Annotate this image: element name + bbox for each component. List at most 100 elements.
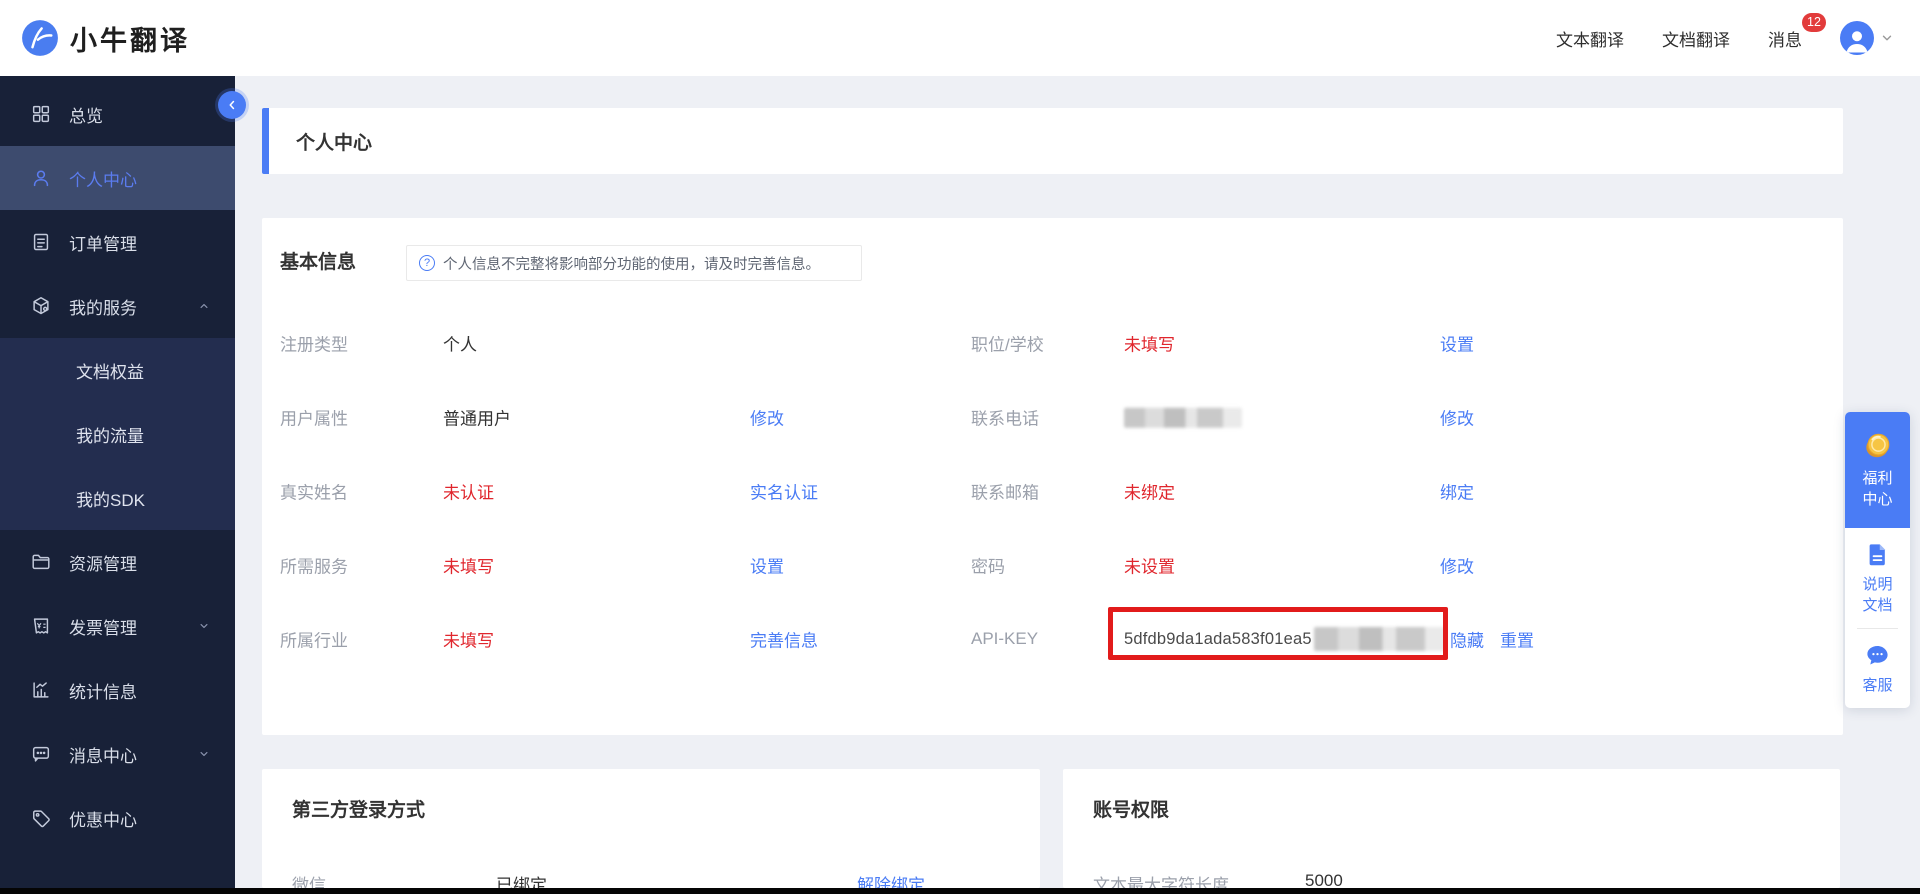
sidebar-item-my-services[interactable]: 我的服务 [0, 274, 235, 338]
modify-user-type-link[interactable]: 修改 [750, 405, 784, 430]
my-services-submenu: 文档权益 我的流量 我的SDK [0, 338, 235, 530]
field-label: 注册类型 [280, 335, 348, 355]
nav-text-translate[interactable]: 文本翻译 [1556, 26, 1624, 51]
sidebar-subitem-doc-rights[interactable]: 文档权益 [0, 338, 235, 402]
sidebar-item-label: 个人中心 [69, 170, 137, 190]
modify-password-link[interactable]: 修改 [1440, 553, 1474, 578]
page-title: 个人中心 [296, 132, 373, 154]
field-value: 未认证 [443, 483, 494, 503]
sidebar-item-statistics[interactable]: 统计信息 [0, 658, 235, 722]
third-party-login-card: 第三方登录方式 微信 已绑定 解除绑定 [262, 769, 1040, 888]
api-key-value: 5dfdb9da1ada583f01ea5 [1124, 627, 1446, 651]
document-icon [1869, 544, 1886, 566]
topbar: 小牛翻译 文本翻译 文档翻译 消息 12 [0, 0, 1920, 76]
phone-value-redacted [1124, 407, 1242, 428]
field-label: 用户属性 [280, 409, 348, 429]
sidebar-item-message-center[interactable]: 消息中心 [0, 722, 235, 786]
sidebar-item-label: 消息中心 [69, 746, 137, 766]
sidebar-subitem-my-traffic[interactable]: 我的流量 [0, 402, 235, 466]
field-label: 密码 [971, 557, 1005, 577]
api-key-reset-link[interactable]: 重置 [1500, 627, 1534, 652]
top-nav: 文本翻译 文档翻译 消息 12 [1556, 12, 1894, 55]
unbind-wechat-link[interactable]: 解除绑定 [857, 871, 925, 888]
field-row: 用户属性 普通用户 修改 联系电话 修改 [262, 380, 1843, 454]
help-icon: ? [419, 255, 435, 271]
sidebar-subitem-my-sdk[interactable]: 我的SDK [0, 466, 235, 530]
real-name-verify-link[interactable]: 实名认证 [750, 479, 818, 504]
sidebar-item-personal-center[interactable]: 个人中心 [0, 146, 235, 210]
account-permissions-card: 账号权限 文本最大字符长度 5000 [1063, 769, 1840, 888]
complete-info-link[interactable]: 完善信息 [750, 627, 818, 652]
services-icon [30, 295, 52, 317]
field-value: 普通用户 [443, 409, 511, 429]
page-header-card: 个人中心 [262, 108, 1843, 174]
third-party-title: 第三方登录方式 [292, 800, 426, 821]
chat-bubble-icon [1867, 645, 1888, 665]
sidebar-item-invoices[interactable]: 发票管理 [0, 594, 235, 658]
folder-icon [30, 551, 52, 573]
brand-logo[interactable]: 小牛翻译 [20, 18, 190, 58]
field-label: 联系邮箱 [971, 483, 1039, 503]
stats-icon [30, 679, 52, 701]
account-menu[interactable] [1840, 21, 1894, 55]
chevron-up-icon [197, 299, 211, 313]
notice-text: 个人信息不完整将影响部分功能的使用，请及时完善信息。 [443, 256, 820, 273]
chevron-left-icon [229, 100, 235, 110]
customer-service-label: 客服 [1862, 677, 1893, 694]
field-row: 注册类型 个人 职位/学校 未填写 设置 [262, 306, 1843, 380]
field-label: 所属行业 [280, 631, 348, 651]
modify-phone-link[interactable]: 修改 [1440, 405, 1474, 430]
nav-doc-translate[interactable]: 文档翻译 [1662, 26, 1730, 51]
sidebar-item-overview[interactable]: 总览 [0, 82, 235, 146]
benefit-center-label: 福利中心 [1862, 469, 1893, 508]
sidebar-item-label: 订单管理 [69, 234, 137, 254]
niutrans-logo-icon [22, 20, 58, 56]
sidebar-item-orders[interactable]: 订单管理 [0, 210, 235, 274]
sidebar-item-coupon-center[interactable]: 优惠中心 [0, 786, 235, 850]
redaction-blur [1313, 627, 1446, 651]
benefit-center-button[interactable]: 福利中心 [1845, 412, 1910, 528]
api-key-hide-link[interactable]: 隐藏 [1450, 627, 1484, 652]
brand-name: 小牛翻译 [70, 25, 190, 56]
field-row: 所属行业 未填写 完善信息 API-KEY 5dfdb9da1ada583f01… [262, 602, 1843, 676]
set-services-link[interactable]: 设置 [750, 553, 784, 578]
basic-info-rows: 注册类型 个人 职位/学校 未填写 设置 用户属性 普通用户 修改 联系电话 修… [262, 306, 1843, 676]
sidebar-item-resources[interactable]: 资源管理 [0, 530, 235, 594]
user-avatar-icon [1846, 31, 1868, 53]
chevron-down-icon [197, 619, 211, 633]
sidebar-item-label: 总览 [69, 106, 103, 126]
sidebar-subitem-label: 文档权益 [76, 362, 144, 382]
messages-badge: 12 [1802, 12, 1826, 32]
sidebar: 总览 个人中心 订单管理 我的服务 文档权益 我的流量 我的SDK 资源管理 发… [0, 76, 235, 888]
avatar[interactable] [1840, 21, 1874, 55]
field-row: 真实姓名 未认证 实名认证 联系邮箱 未绑定 绑定 [262, 454, 1843, 528]
grid-icon [30, 103, 52, 125]
redaction-blur [1124, 407, 1242, 428]
nav-messages[interactable]: 消息 12 [1768, 12, 1826, 51]
field-value: 未设置 [1124, 557, 1175, 577]
docs-button[interactable]: 说明文档 [1845, 528, 1910, 628]
sidebar-collapse-button[interactable] [218, 91, 246, 119]
title-accent-bar [262, 108, 269, 174]
profile-incomplete-notice: ? 个人信息不完整将影响部分功能的使用，请及时完善信息。 [406, 245, 862, 281]
customer-service-button[interactable]: 客服 [1845, 629, 1910, 708]
basic-info-title: 基本信息 [280, 252, 357, 273]
bind-email-link[interactable]: 绑定 [1440, 479, 1474, 504]
user-icon [30, 167, 52, 189]
field-label: 职位/学校 [971, 335, 1044, 355]
field-value: 未绑定 [1124, 483, 1175, 503]
order-icon [30, 231, 52, 253]
field-value: 个人 [443, 335, 477, 355]
field-value: 未填写 [1124, 335, 1175, 355]
set-position-link[interactable]: 设置 [1440, 331, 1474, 356]
sidebar-item-label: 优惠中心 [69, 810, 137, 830]
field-value: 未填写 [443, 557, 494, 577]
permissions-title: 账号权限 [1093, 800, 1170, 821]
max-char-value: 5000 [1305, 871, 1343, 888]
docs-label: 说明文档 [1862, 576, 1893, 614]
coupon-icon [30, 807, 52, 829]
max-char-label: 文本最大字符长度 [1093, 876, 1229, 888]
chevron-down-icon[interactable] [1880, 31, 1894, 45]
chevron-down-icon [197, 747, 211, 761]
sidebar-item-label: 发票管理 [69, 618, 137, 638]
